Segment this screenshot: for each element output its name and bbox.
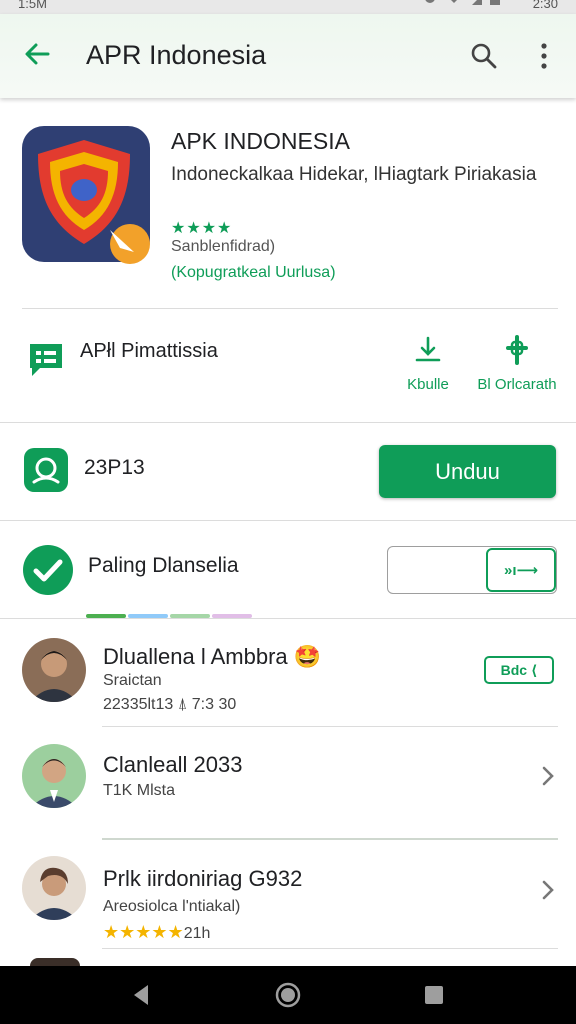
avatar <box>22 744 86 808</box>
avatar <box>30 958 80 966</box>
feature-action-1[interactable]: Kbulle <box>398 334 458 393</box>
review-item[interactable]: Clanleall 2033 T1K Mlsta <box>0 728 576 838</box>
download-row: 23P13 Unduu <box>0 424 576 520</box>
nav-recents-icon[interactable] <box>420 981 448 1009</box>
review-badge[interactable]: Bdc ⟨ <box>484 656 554 684</box>
download-size-label: 23P13 <box>84 456 145 479</box>
status-icons <box>424 0 504 10</box>
reviewer-subtitle: Sraictan <box>103 672 162 689</box>
search-icon[interactable] <box>468 40 500 72</box>
app-shield-logo-icon[interactable] <box>22 126 152 264</box>
divider <box>0 618 576 619</box>
popular-go-button[interactable]: »ı⟶ <box>486 548 556 592</box>
app-name: APK INDONESIA <box>171 128 350 154</box>
review-meta: ★★★★★21h <box>103 922 210 943</box>
star-struck-emoji-icon: 🤩 <box>293 644 322 669</box>
reviewer-subtitle: T1K Mlsta <box>103 782 176 799</box>
back-arrow-icon[interactable] <box>20 36 56 72</box>
nav-back-icon[interactable] <box>128 981 156 1009</box>
page-title: APR Indonesia <box>86 40 267 70</box>
review-time: 21h <box>183 925 211 942</box>
review-item[interactable]: Dluallena l Ambbra 🤩 Sraictan 22335lt13 … <box>0 620 576 726</box>
chat-list-icon <box>30 344 62 376</box>
chevron-right-icon[interactable] <box>536 762 560 790</box>
app-subtitle: Sanblenfidrad) <box>171 238 276 255</box>
divider <box>0 520 576 521</box>
chevron-right-icon[interactable] <box>536 876 560 904</box>
feature-label: APłl Pimattissia <box>80 340 218 362</box>
app-rating-stars: ★★★★ <box>171 220 233 237</box>
nav-home-icon[interactable] <box>274 981 302 1009</box>
avatar <box>22 638 86 702</box>
divider <box>102 948 558 949</box>
feature-action-label: Bl Orlcarath <box>477 376 557 393</box>
review-item[interactable]: Prlk iirdoniriag G932 Areosiolca l'ntiak… <box>0 840 576 950</box>
plus-pin-icon <box>506 335 528 365</box>
popular-label: Paling Dlanselia <box>88 554 239 577</box>
status-time-right: 2:30 <box>532 0 558 11</box>
app-description: Indoneckalkaa Hidekar, lHiagtark Piriaka… <box>171 164 537 185</box>
feature-action-label: Kbulle <box>407 376 449 393</box>
reviewer-name: Clanleall 2033 <box>103 752 243 777</box>
divider <box>102 726 558 727</box>
reviewer-name: Prlk iirdoniriag G932 <box>103 866 303 891</box>
popular-go-label: »ı⟶ <box>503 562 538 579</box>
review-stars: ★★★★★ <box>103 922 184 942</box>
app-bar: APR Indonesia <box>0 14 576 98</box>
app-header: APK INDONESIA Indoneckalkaa Hidekar, lHi… <box>0 98 576 308</box>
check-circle-icon <box>23 545 73 595</box>
divider <box>22 308 558 309</box>
review-meta: 22335lt13 ⍋ 7:3 30 <box>103 696 237 713</box>
more-vert-icon[interactable] <box>532 40 556 72</box>
popular-row: Paling Dlanselia »ı⟶ <box>0 522 576 618</box>
system-nav-bar <box>0 966 576 1024</box>
feature-action-2[interactable]: Bl Orlcarath <box>462 334 572 393</box>
reviewer-name: Dluallena l Ambbra 🤩 <box>103 644 322 669</box>
status-time-left: 1:5M <box>18 0 47 11</box>
avatar <box>22 856 86 920</box>
feature-row: APłl Pimattissia Kbulle Bl Orlcarath <box>0 310 576 422</box>
status-bar: 1:5M 2:30 <box>0 0 576 14</box>
divider <box>0 422 576 423</box>
download-tray-icon <box>415 336 441 362</box>
download-button[interactable]: Unduu <box>379 445 556 498</box>
app-developer-link[interactable]: (Kopugratkeal Uurlusa) <box>171 264 336 282</box>
download-badge-icon <box>24 448 68 492</box>
reviewer-subtitle: Areosiolca l'ntiakal) <box>103 898 241 915</box>
